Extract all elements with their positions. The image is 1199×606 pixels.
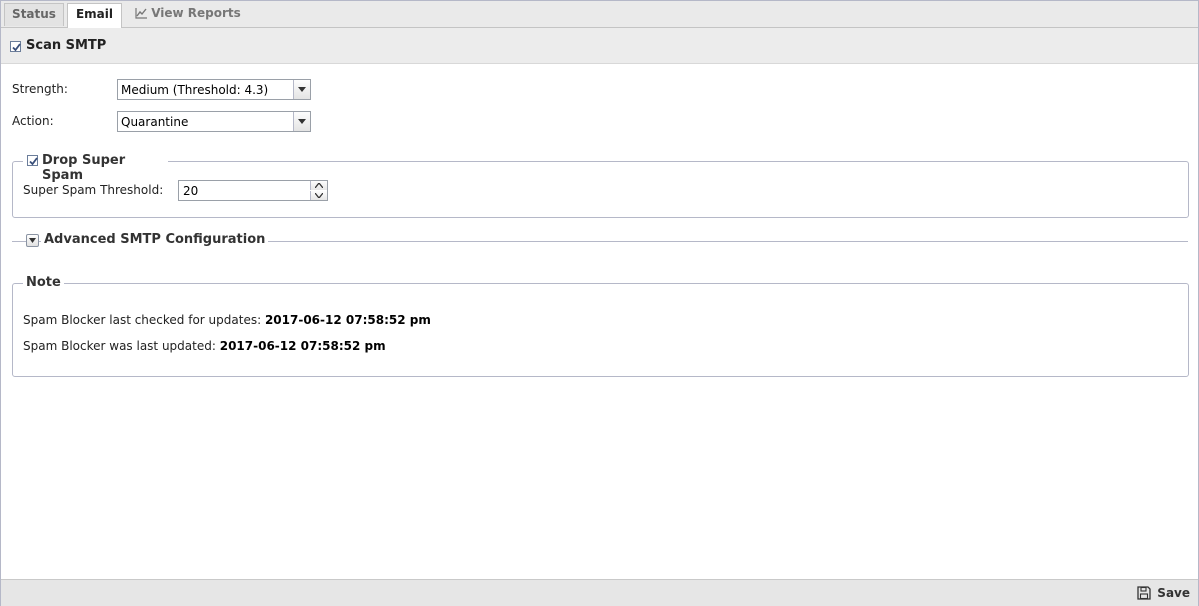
spinner-up-button[interactable] bbox=[310, 181, 327, 190]
app-panel: Status Email View Reports Scan SMTP Stre… bbox=[0, 0, 1199, 606]
tab-view-reports-label: View Reports bbox=[151, 6, 241, 20]
drop-super-spam-legend: Drop Super Spam bbox=[23, 153, 168, 183]
floppy-disk-icon bbox=[1137, 586, 1151, 600]
scan-smtp-bar: Scan SMTP bbox=[1, 28, 1198, 64]
tab-status-label: Status bbox=[12, 7, 56, 21]
strength-value: Medium (Threshold: 4.3) bbox=[121, 83, 269, 97]
scan-smtp-label[interactable]: Scan SMTP bbox=[26, 38, 106, 53]
tab-status[interactable]: Status bbox=[4, 3, 64, 26]
last-checked-label: Spam Blocker last checked for updates: bbox=[23, 313, 262, 327]
super-spam-threshold-value: 20 bbox=[183, 184, 199, 198]
arrow-down-icon bbox=[315, 193, 323, 198]
chevron-down-icon bbox=[298, 119, 306, 124]
arrow-up-icon bbox=[315, 183, 323, 188]
checkmark-icon bbox=[29, 157, 38, 166]
advanced-expand-toggle[interactable] bbox=[26, 234, 39, 247]
tab-strip: Status Email View Reports bbox=[1, 1, 1198, 28]
chevron-down-icon bbox=[29, 238, 36, 243]
drop-super-spam-label[interactable]: Drop Super Spam bbox=[42, 153, 168, 183]
chevron-down-icon bbox=[298, 87, 306, 92]
strength-dropdown-trigger[interactable] bbox=[293, 80, 310, 99]
last-checked-value: 2017-06-12 07:58:52 pm bbox=[264, 313, 431, 327]
action-dropdown-trigger[interactable] bbox=[293, 112, 310, 131]
note-legend: Note bbox=[23, 275, 64, 290]
scan-smtp-checkbox[interactable] bbox=[10, 41, 21, 52]
strength-label: Strength: bbox=[12, 82, 68, 96]
note-fieldset bbox=[12, 283, 1189, 377]
super-spam-threshold-spinner[interactable]: 20 bbox=[178, 180, 328, 201]
footer-toolbar: Save bbox=[1, 579, 1198, 606]
action-select[interactable]: Quarantine bbox=[117, 111, 311, 132]
last-updated-label: Spam Blocker was last updated: bbox=[23, 339, 216, 353]
drop-super-spam-checkbox[interactable] bbox=[27, 155, 38, 166]
advanced-smtp-label[interactable]: Advanced SMTP Configuration bbox=[41, 232, 269, 247]
last-updated-line: Spam Blocker was last updated: 2017-06-1… bbox=[23, 339, 386, 353]
checkmark-icon bbox=[12, 43, 21, 52]
tab-email-label: Email bbox=[75, 7, 114, 21]
save-button-label: Save bbox=[1157, 586, 1190, 600]
action-value: Quarantine bbox=[121, 115, 189, 129]
action-label: Action: bbox=[12, 114, 54, 128]
last-checked-line: Spam Blocker last checked for updates: 2… bbox=[23, 313, 431, 327]
last-updated-value: 2017-06-12 07:58:52 pm bbox=[219, 339, 386, 353]
line-chart-icon bbox=[135, 8, 148, 19]
spinner-down-button[interactable] bbox=[310, 191, 327, 200]
tab-email[interactable]: Email bbox=[67, 3, 122, 28]
save-button[interactable]: Save bbox=[1137, 585, 1190, 602]
super-spam-threshold-label: Super Spam Threshold: bbox=[23, 183, 164, 197]
tab-view-reports[interactable]: View Reports bbox=[129, 3, 247, 26]
strength-select[interactable]: Medium (Threshold: 4.3) bbox=[117, 79, 311, 100]
